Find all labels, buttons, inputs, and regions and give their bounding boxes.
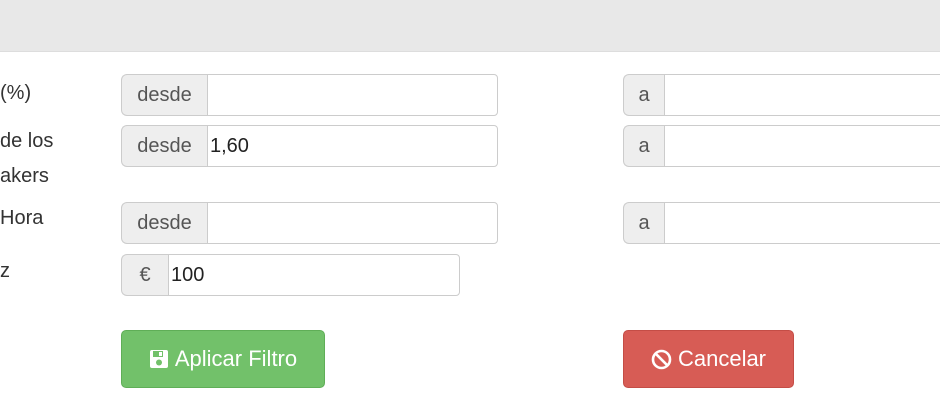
currency-addon: € <box>121 254 168 296</box>
from-addon: desde <box>121 125 207 167</box>
hour-from-input[interactable] <box>207 202 498 244</box>
ban-icon <box>651 349 672 370</box>
to-addon: a <box>623 74 664 116</box>
filter-label-stake: z <box>0 260 10 282</box>
filter-label-percent: (%) <box>0 82 32 104</box>
cancel-label: Cancelar <box>677 346 767 371</box>
from-addon: desde <box>121 74 207 116</box>
odds-from-input[interactable]: 1,60 <box>207 125 498 167</box>
to-addon: a <box>623 125 664 167</box>
filter-label-odds-line2: akers <box>0 165 49 187</box>
apply-filter-label: Aplicar Filtro <box>174 346 298 371</box>
modal-header <box>0 0 940 52</box>
from-addon: desde <box>121 202 207 244</box>
percent-from-input[interactable] <box>207 74 498 116</box>
hour-to-input[interactable] <box>664 202 940 244</box>
filter-label-odds-line1: de los <box>0 130 54 152</box>
to-addon: a <box>623 202 664 244</box>
percent-to-input[interactable] <box>664 74 940 116</box>
odds-to-input[interactable] <box>664 125 940 167</box>
filter-label-hour: Hora <box>0 207 44 229</box>
stake-input[interactable]: 100 <box>168 254 460 296</box>
floppy-disk-icon <box>149 349 169 369</box>
cancel-button[interactable]: Cancelar <box>623 330 794 388</box>
apply-filter-button[interactable]: Aplicar Filtro <box>121 330 325 388</box>
